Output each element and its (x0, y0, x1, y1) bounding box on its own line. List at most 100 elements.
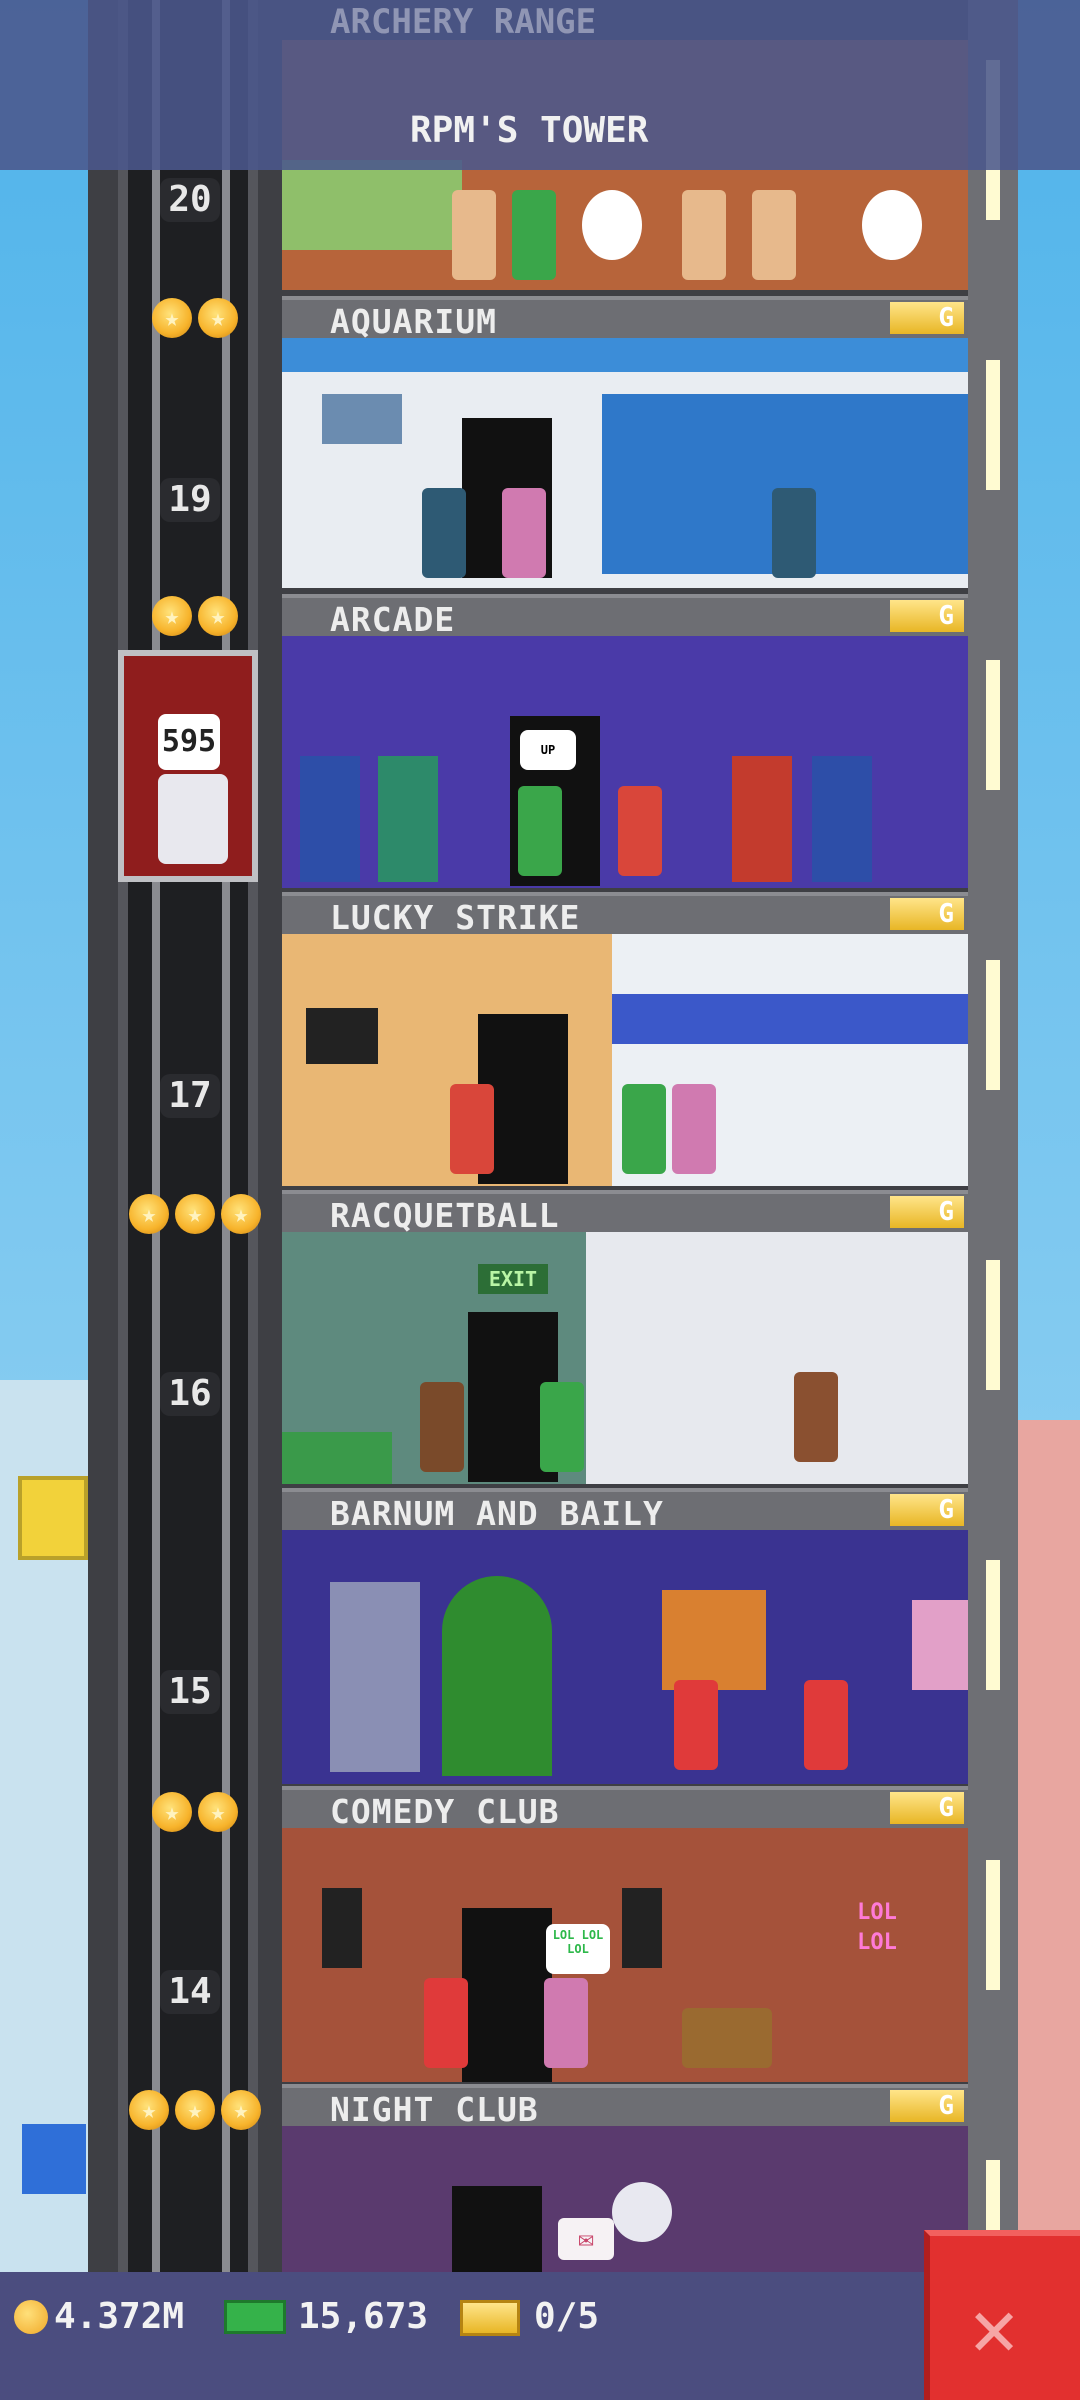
star-icon: ★ (221, 1194, 261, 1234)
floor-aquarium[interactable] (282, 338, 968, 588)
character[interactable] (752, 190, 796, 280)
character[interactable] (450, 1084, 494, 1174)
lane-stripe (612, 994, 968, 1044)
character[interactable] (772, 488, 816, 578)
gold-badge: G (890, 898, 964, 930)
speech-bubble: LOL LOL LOL (546, 1924, 610, 1974)
character[interactable] (682, 190, 726, 280)
rail-light (986, 2160, 1000, 2230)
shaft-floor-number: 16 (160, 1372, 220, 1416)
character[interactable] (452, 190, 496, 280)
floor-night-club[interactable]: ✉ (282, 2126, 968, 2272)
green-arch-doorway (442, 1576, 552, 1776)
floor-name: NIGHT CLUB (330, 2090, 539, 2129)
elevator-car[interactable]: 595 (118, 650, 258, 882)
speaker (322, 1888, 362, 1968)
floor-stars: ★ ★ (120, 1792, 270, 1834)
ticket-count: 0/5 (534, 2296, 600, 2337)
character[interactable] (618, 786, 662, 876)
floor-comedy-club[interactable]: LOL LOL LOL LOL LOL (282, 1828, 968, 2082)
floor-header-arcade[interactable]: ARCADE G (282, 594, 968, 639)
floor-header-comedy-club[interactable]: COMEDY CLUB G (282, 1786, 968, 1831)
star-icon: ★ (152, 298, 192, 338)
floor-stars: ★ ★ ★ (120, 1194, 270, 1236)
clown-poster (912, 1600, 968, 1690)
character[interactable] (682, 2008, 772, 2068)
gold-badge: G (890, 1792, 964, 1824)
elevator-cable (222, 0, 230, 2290)
character[interactable] (502, 488, 546, 578)
floor-arcade[interactable]: UP (282, 636, 968, 888)
wave-trim (282, 338, 968, 372)
gold-badge: G (890, 2090, 964, 2122)
floor-stars: ★ ★ (120, 596, 270, 638)
character[interactable] (512, 190, 556, 280)
floor-lucky-strike[interactable] (282, 934, 968, 1186)
character[interactable] (674, 1680, 718, 1770)
mail-icon[interactable]: ✉ (558, 2218, 614, 2260)
character[interactable] (424, 1978, 468, 2068)
shaft-floor-number: 19 (160, 478, 220, 522)
court-wall (586, 1232, 968, 1484)
close-button[interactable]: ✕ (924, 2230, 1080, 2400)
floor-name: LUCKY STRIKE (330, 898, 581, 937)
neon-sign: LOL LOL (857, 1900, 897, 1955)
floor-name: BARNUM AND BAILY (330, 1494, 664, 1533)
floor-stars: ★ ★ ★ (120, 2090, 270, 2132)
character[interactable] (804, 1680, 848, 1770)
character[interactable] (420, 1382, 464, 1472)
arcade-cabinet (300, 756, 360, 882)
elevator-display: 595 (158, 714, 220, 770)
character[interactable] (518, 786, 562, 876)
tower-title: RPM'S TOWER (410, 110, 649, 151)
fries-billboard (18, 1476, 88, 1560)
star-icon: ★ (129, 1194, 169, 1234)
blue-billboard (22, 2124, 86, 2194)
tiger-poster (662, 1590, 766, 1690)
floor-name-ghost: ARCHERY RANGE (330, 2, 597, 42)
floor-header-barnum-and-baily[interactable]: BARNUM AND BAILY G (282, 1488, 968, 1533)
star-icon: ★ (198, 596, 238, 636)
arcade-cabinet (378, 756, 438, 882)
floor-header-aquarium[interactable]: AQUARIUM G (282, 296, 968, 341)
reception-desk (282, 1432, 392, 1484)
speech-bubble: UP (520, 730, 576, 770)
floor-name: COMEDY CLUB (330, 1792, 560, 1831)
target (862, 190, 922, 260)
floor-racquetball[interactable]: EXIT (282, 1232, 968, 1484)
rail-light (986, 1560, 1000, 1690)
gold-badge: G (890, 1196, 964, 1228)
floor-header-racquetball[interactable]: RACQUETBALL G (282, 1190, 968, 1235)
doorway (462, 1908, 552, 2082)
character[interactable] (622, 1084, 666, 1174)
gold-badge: G (890, 302, 964, 334)
elevator-cable (152, 0, 160, 2290)
gold-badge: G (890, 600, 964, 632)
star-icon: ★ (129, 2090, 169, 2130)
background-building (1018, 1420, 1080, 2280)
target (582, 190, 642, 260)
close-icon: ✕ (970, 2281, 1019, 2374)
star-icon: ★ (175, 1194, 215, 1234)
doorway (452, 2186, 542, 2272)
character[interactable] (672, 1084, 716, 1174)
character[interactable] (540, 1382, 584, 1472)
shaft-floor-number: 20 (160, 178, 220, 222)
shaft-floor-number: 15 (160, 1670, 220, 1714)
speaker (622, 1888, 662, 1968)
exit-sign: EXIT (478, 1264, 548, 1294)
character[interactable] (544, 1978, 588, 2068)
rail-light (986, 660, 1000, 790)
floor-name: AQUARIUM (330, 302, 497, 341)
star-icon: ★ (198, 298, 238, 338)
fish-poster (322, 394, 402, 444)
character[interactable] (422, 488, 466, 578)
rail-light (986, 960, 1000, 1090)
floor-header-night-club[interactable]: NIGHT CLUB G (282, 2084, 968, 2129)
bux-count: 15,673 (298, 2296, 429, 2337)
star-icon: ★ (152, 1792, 192, 1832)
elevator-shaft[interactable] (118, 0, 258, 2290)
floor-barnum-and-baily[interactable] (282, 1530, 968, 1784)
character[interactable] (794, 1372, 838, 1462)
floor-header-lucky-strike[interactable]: LUCKY STRIKE G (282, 892, 968, 937)
